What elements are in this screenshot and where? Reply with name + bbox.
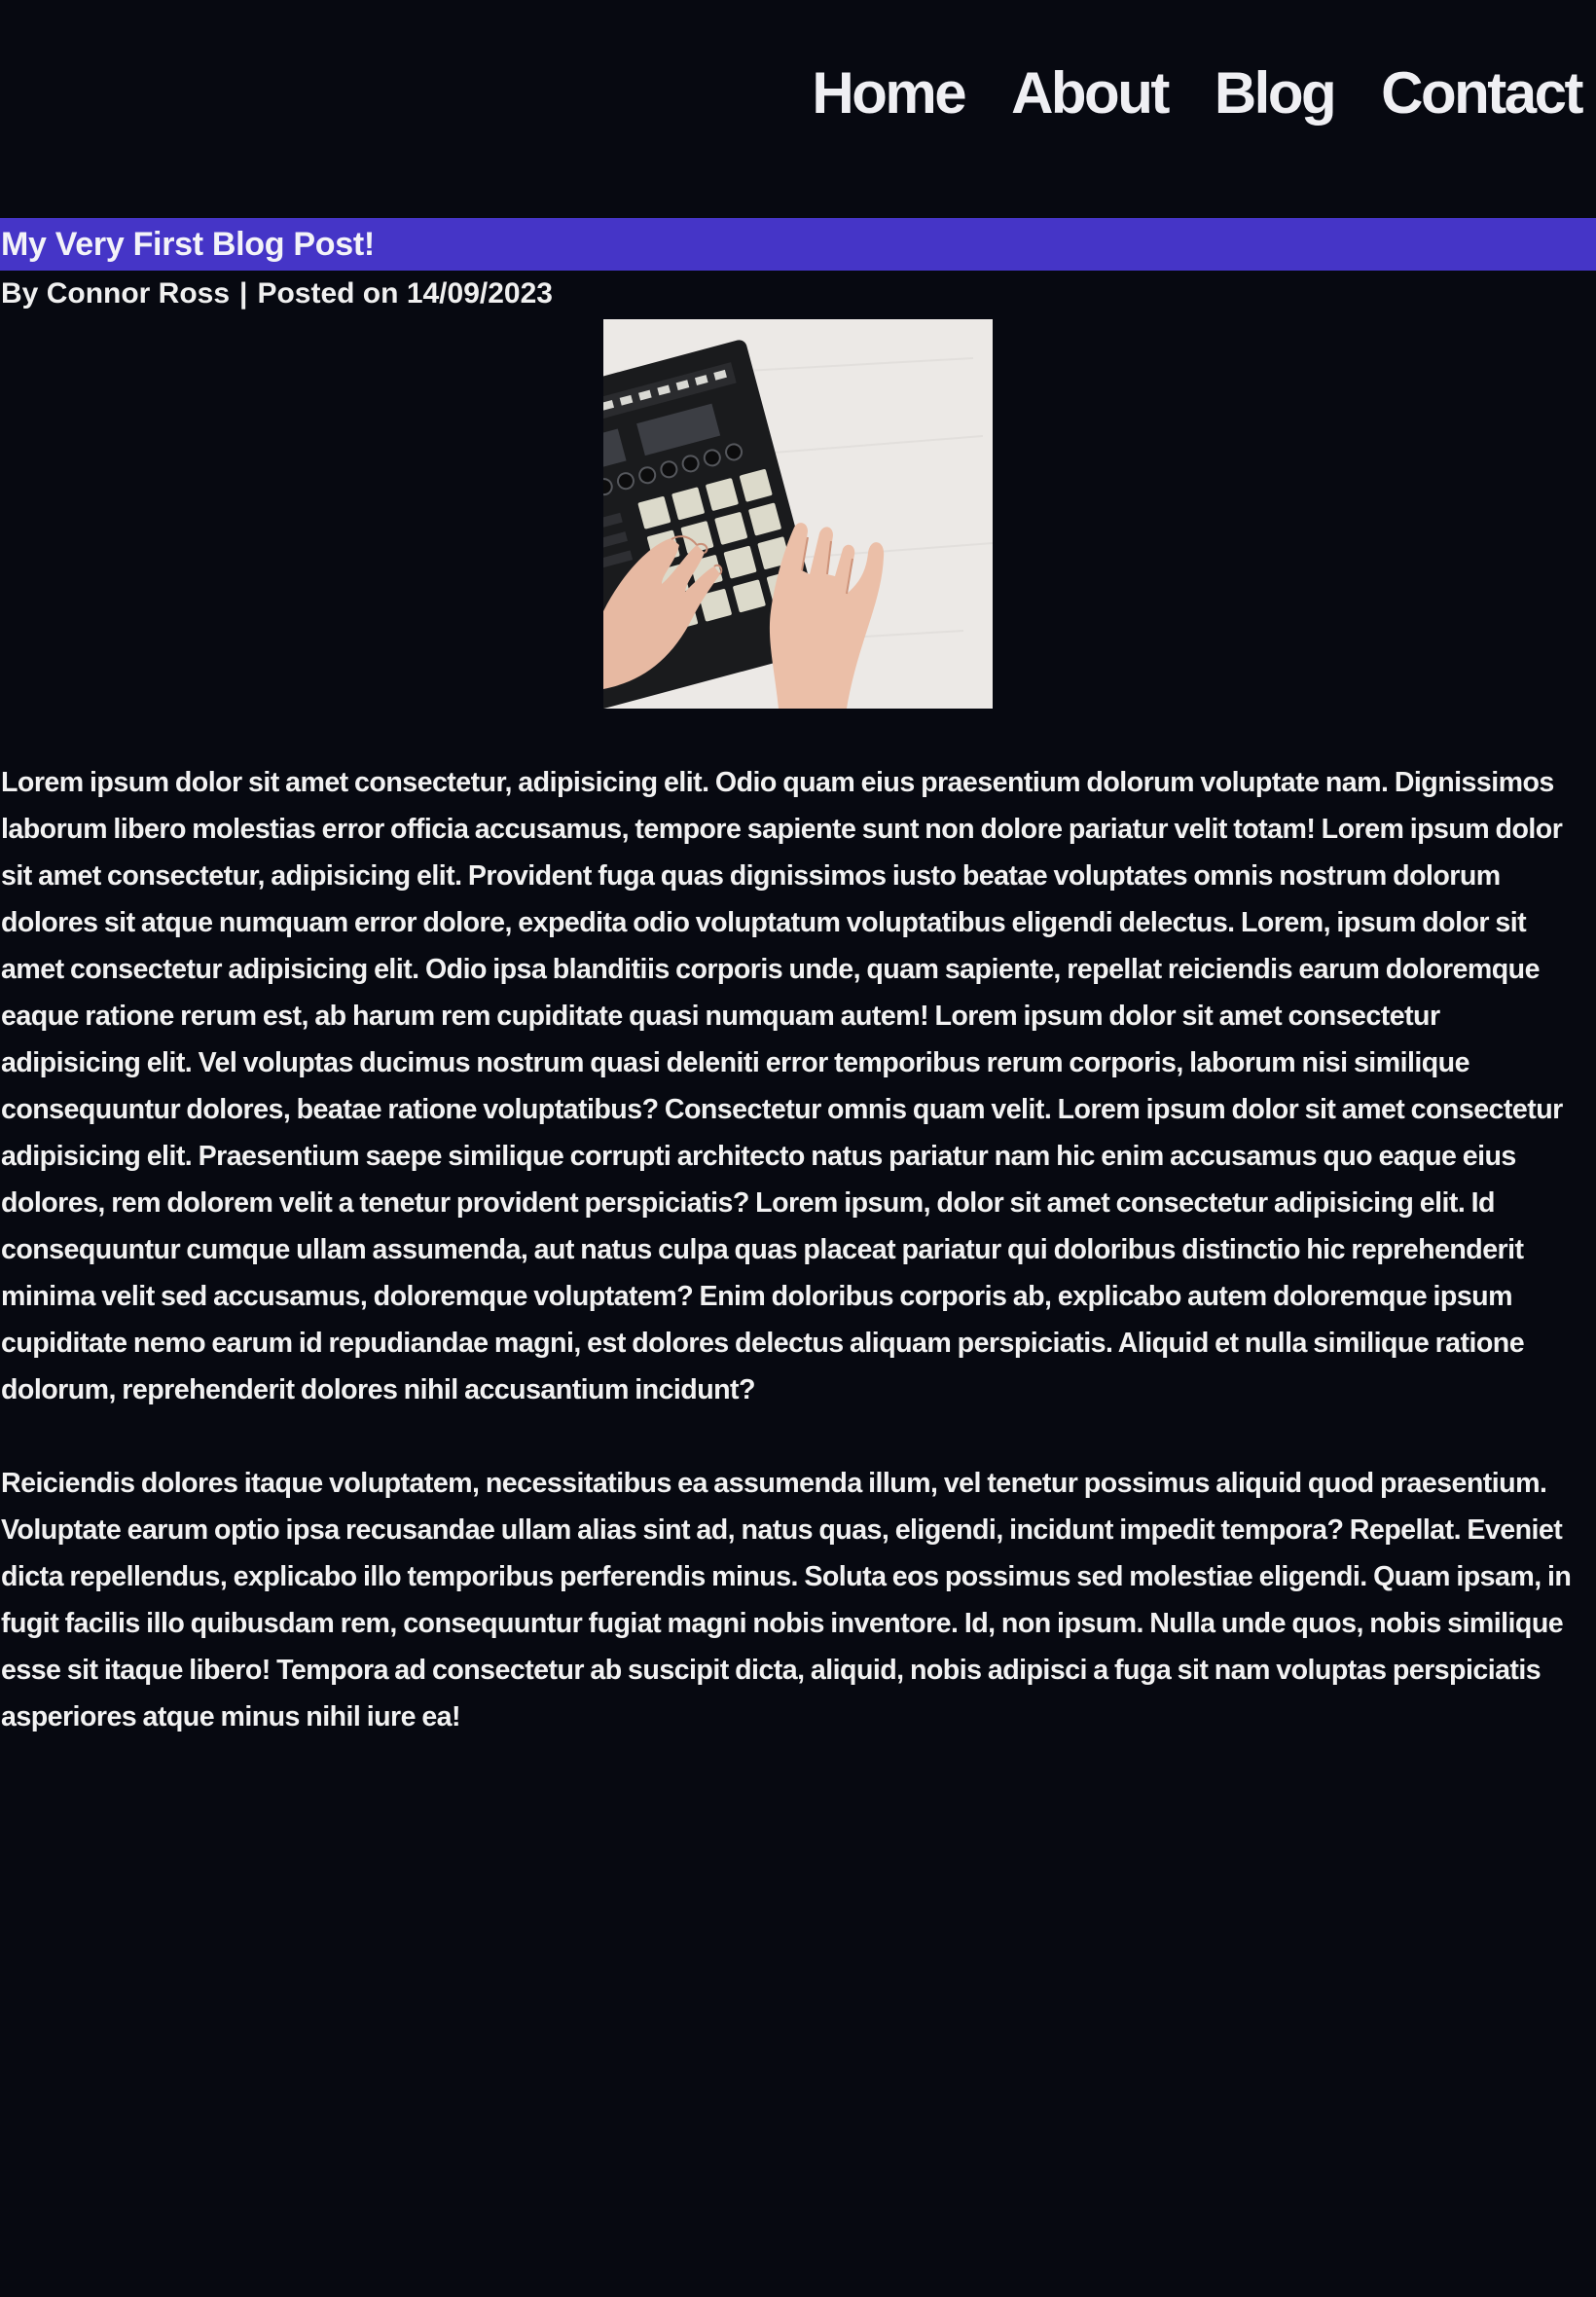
meta-separator: | [239, 277, 248, 310]
nav-item-contact: Contact [1381, 64, 1583, 123]
main-nav: Home About Blog Contact [812, 64, 1583, 123]
post-image-wrapper [0, 319, 1596, 709]
post-meta: By Connor Ross | Posted on 14/09/2023 [0, 271, 1596, 317]
posted-prefix: Posted on [257, 277, 399, 310]
nav-link-home[interactable]: Home [812, 64, 966, 123]
post-body: Lorem ipsum dolor sit amet consectetur, … [0, 759, 1596, 1740]
author-prefix: By [1, 277, 39, 310]
nav-link-blog[interactable]: Blog [1215, 64, 1337, 123]
nav-item-blog: Blog [1215, 64, 1337, 123]
post-date: 14/09/2023 [406, 277, 553, 310]
author-name: Connor Ross [46, 277, 231, 310]
nav-item-about: About [1011, 64, 1170, 123]
post-image [603, 319, 993, 709]
post-paragraph: Reiciendis dolores itaque voluptatem, ne… [1, 1468, 1572, 1732]
site-header: Home About Blog Contact [0, 0, 1596, 218]
nav-item-home: Home [812, 64, 966, 123]
nav-link-contact[interactable]: Contact [1381, 64, 1583, 123]
post-paragraph: Lorem ipsum dolor sit amet consectetur, … [1, 767, 1563, 1405]
nav-link-about[interactable]: About [1011, 64, 1170, 123]
post-title: My Very First Blog Post! [1, 225, 375, 263]
post-title-bar: My Very First Blog Post! [0, 218, 1596, 271]
blog-post: My Very First Blog Post! By Connor Ross … [0, 218, 1596, 1740]
